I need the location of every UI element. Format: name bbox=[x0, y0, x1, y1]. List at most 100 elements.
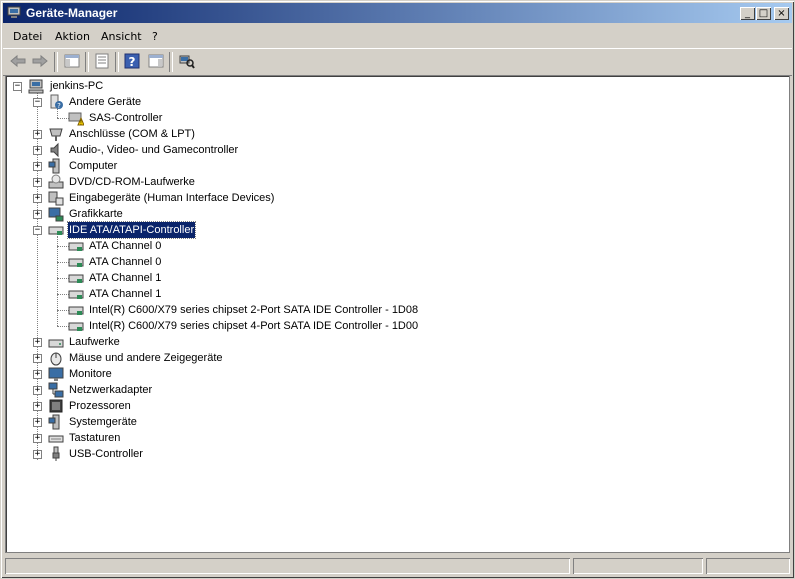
network-adapter-icon bbox=[48, 382, 64, 398]
device-manager-icon bbox=[7, 6, 21, 18]
tree-item-label[interactable]: Andere Geräte bbox=[68, 94, 142, 110]
tree-item-ata-channel[interactable]: ATA Channel 1 bbox=[6, 270, 786, 286]
keyboard-icon bbox=[48, 435, 64, 443]
scan-hardware-icon[interactable] bbox=[178, 52, 196, 70]
tree-item-label[interactable]: Eingabegeräte (Human Interface Devices) bbox=[68, 190, 275, 206]
menu-aktion[interactable]: Aktion bbox=[55, 30, 90, 43]
collapse-toggle[interactable]: − bbox=[13, 82, 22, 91]
expand-toggle[interactable]: + bbox=[33, 178, 42, 187]
tree-item-netzwerkadapter[interactable]: + Netzwerkadapter bbox=[6, 382, 786, 398]
tree-item-ide-ata[interactable]: − IDE ATA/ATAPI-Controller bbox=[6, 221, 786, 239]
ide-channel-icon bbox=[68, 290, 84, 299]
tree-item-label[interactable]: Intel(R) C600/X79 series chipset 2-Port … bbox=[88, 302, 419, 318]
tree-item-ata-channel[interactable]: ATA Channel 0 bbox=[6, 254, 786, 270]
tree-item-tastaturen[interactable]: + Tastaturen bbox=[6, 430, 786, 446]
expand-toggle[interactable]: + bbox=[33, 450, 42, 459]
tree-root-row[interactable]: − jenkins-PC bbox=[6, 78, 786, 94]
expand-toggle[interactable]: + bbox=[33, 386, 42, 395]
port-icon bbox=[49, 128, 63, 141]
expand-toggle[interactable]: + bbox=[33, 434, 42, 443]
tree-item-ata-channel[interactable]: ATA Channel 1 bbox=[6, 286, 786, 302]
tree-item-label[interactable]: ATA Channel 1 bbox=[88, 286, 162, 302]
tree-item-label[interactable]: Computer bbox=[68, 158, 118, 174]
title-bar[interactable]: Geräte-Manager _ □ × bbox=[3, 3, 792, 23]
device-manager-window: Geräte-Manager _ □ × Datei Aktion Ansich… bbox=[0, 0, 795, 579]
expand-toggle[interactable]: + bbox=[33, 130, 42, 139]
tree-item-monitore[interactable]: + Monitore bbox=[6, 366, 786, 382]
mouse-icon bbox=[50, 352, 62, 366]
minimize-button[interactable]: _ bbox=[740, 7, 755, 20]
tree-item-label[interactable]: Monitore bbox=[68, 366, 113, 382]
tree-item-label[interactable]: SAS-Controller bbox=[88, 110, 163, 126]
tree-item-audio[interactable]: + Audio-, Video- und Gamecontroller bbox=[6, 142, 786, 158]
tree-item-label[interactable]: USB-Controller bbox=[68, 446, 144, 462]
help-icon[interactable]: ? bbox=[123, 52, 141, 70]
menu-ansicht[interactable]: Ansicht bbox=[101, 30, 142, 43]
toolbar-separator bbox=[169, 52, 173, 72]
tree-item-ata-channel[interactable]: ATA Channel 0 bbox=[6, 238, 786, 254]
toolbar-separator bbox=[85, 52, 89, 72]
tree-item-computer[interactable]: + Computer bbox=[6, 158, 786, 174]
collapse-toggle[interactable]: − bbox=[33, 98, 42, 107]
tree-item-label[interactable]: Systemgeräte bbox=[68, 414, 138, 430]
tree-item-label[interactable]: ATA Channel 0 bbox=[88, 254, 162, 270]
tree-item-sata-controller[interactable]: Intel(R) C600/X79 series chipset 2-Port … bbox=[6, 302, 786, 318]
close-button[interactable]: × bbox=[774, 7, 789, 20]
tree-item-sata-controller[interactable]: Intel(R) C600/X79 series chipset 4-Port … bbox=[6, 318, 786, 334]
device-tree[interactable]: − jenkins-PC − ? Andere Geräte ! SAS-Con… bbox=[5, 75, 790, 553]
expand-toggle[interactable]: + bbox=[33, 402, 42, 411]
tree-item-label-selected[interactable]: IDE ATA/ATAPI-Controller bbox=[66, 221, 197, 239]
tree-item-anschluesse[interactable]: + Anschlüsse (COM & LPT) bbox=[6, 126, 786, 142]
tree-item-label[interactable]: Grafikkarte bbox=[68, 206, 124, 222]
ide-channel-icon bbox=[68, 242, 84, 251]
tree-item-grafikkarte[interactable]: + Grafikkarte bbox=[6, 206, 786, 222]
tree-item-eingabegeraete[interactable]: + Eingabegeräte (Human Interface Devices… bbox=[6, 190, 786, 206]
tree-item-maeuse[interactable]: + Mäuse und andere Zeigegeräte bbox=[6, 350, 786, 366]
expand-toggle[interactable]: + bbox=[33, 194, 42, 203]
tree-item-dvd[interactable]: + DVD/CD-ROM-Laufwerke bbox=[6, 174, 786, 190]
menu-help[interactable]: ? bbox=[152, 30, 158, 43]
usb-icon bbox=[52, 446, 60, 461]
hid-icon bbox=[48, 191, 64, 206]
console-tree-icon[interactable] bbox=[63, 52, 81, 70]
tree-item-label[interactable]: Audio-, Video- und Gamecontroller bbox=[68, 142, 239, 158]
ide-channel-icon bbox=[68, 306, 84, 315]
tree-item-prozessoren[interactable]: + Prozessoren bbox=[6, 398, 786, 414]
tree-item-laufwerke[interactable]: + Laufwerke bbox=[6, 334, 786, 350]
svg-text:?: ? bbox=[57, 102, 61, 110]
show-hide-pane-icon[interactable] bbox=[147, 52, 165, 70]
collapse-toggle[interactable]: − bbox=[33, 226, 42, 235]
tree-item-systemgeraete[interactable]: + Systemgeräte bbox=[6, 414, 786, 430]
tree-item-andere-geraete[interactable]: − ? Andere Geräte bbox=[6, 94, 786, 110]
tree-item-label[interactable]: Tastaturen bbox=[68, 430, 121, 446]
expand-toggle[interactable]: + bbox=[33, 210, 42, 219]
tree-item-usb-controller[interactable]: + USB-Controller bbox=[6, 446, 786, 462]
tree-item-label[interactable]: ATA Channel 1 bbox=[88, 270, 162, 286]
warning-device-icon: ! bbox=[68, 112, 84, 126]
properties-icon[interactable] bbox=[93, 52, 111, 70]
tree-item-label[interactable]: ATA Channel 0 bbox=[88, 238, 162, 254]
expand-toggle[interactable]: + bbox=[33, 338, 42, 347]
tree-item-label[interactable]: Netzwerkadapter bbox=[68, 382, 153, 398]
tree-item-label[interactable]: Laufwerke bbox=[68, 334, 121, 350]
toolbar-separator bbox=[115, 52, 119, 72]
toolbar: ? bbox=[3, 48, 792, 76]
expand-toggle[interactable]: + bbox=[33, 146, 42, 155]
menu-datei[interactable]: Datei bbox=[13, 30, 42, 43]
back-arrow-icon[interactable] bbox=[9, 52, 27, 70]
expand-toggle[interactable]: + bbox=[33, 162, 42, 171]
expand-toggle[interactable]: + bbox=[33, 418, 42, 427]
tree-item-label[interactable]: Mäuse und andere Zeigegeräte bbox=[68, 350, 224, 366]
expand-toggle[interactable]: + bbox=[33, 354, 42, 363]
maximize-button[interactable]: □ bbox=[756, 7, 771, 20]
tree-item-label[interactable]: Intel(R) C600/X79 series chipset 4-Port … bbox=[88, 318, 419, 334]
tree-item-sas-controller[interactable]: ! SAS-Controller bbox=[6, 110, 786, 126]
ide-channel-icon bbox=[68, 322, 84, 331]
tree-item-label[interactable]: Prozessoren bbox=[68, 398, 132, 414]
forward-arrow-icon[interactable] bbox=[31, 52, 49, 70]
expand-toggle[interactable]: + bbox=[33, 370, 42, 379]
ide-channel-icon bbox=[68, 274, 84, 283]
tree-item-label[interactable]: DVD/CD-ROM-Laufwerke bbox=[68, 174, 196, 190]
tree-root-label[interactable]: jenkins-PC bbox=[49, 78, 104, 94]
tree-item-label[interactable]: Anschlüsse (COM & LPT) bbox=[68, 126, 196, 142]
